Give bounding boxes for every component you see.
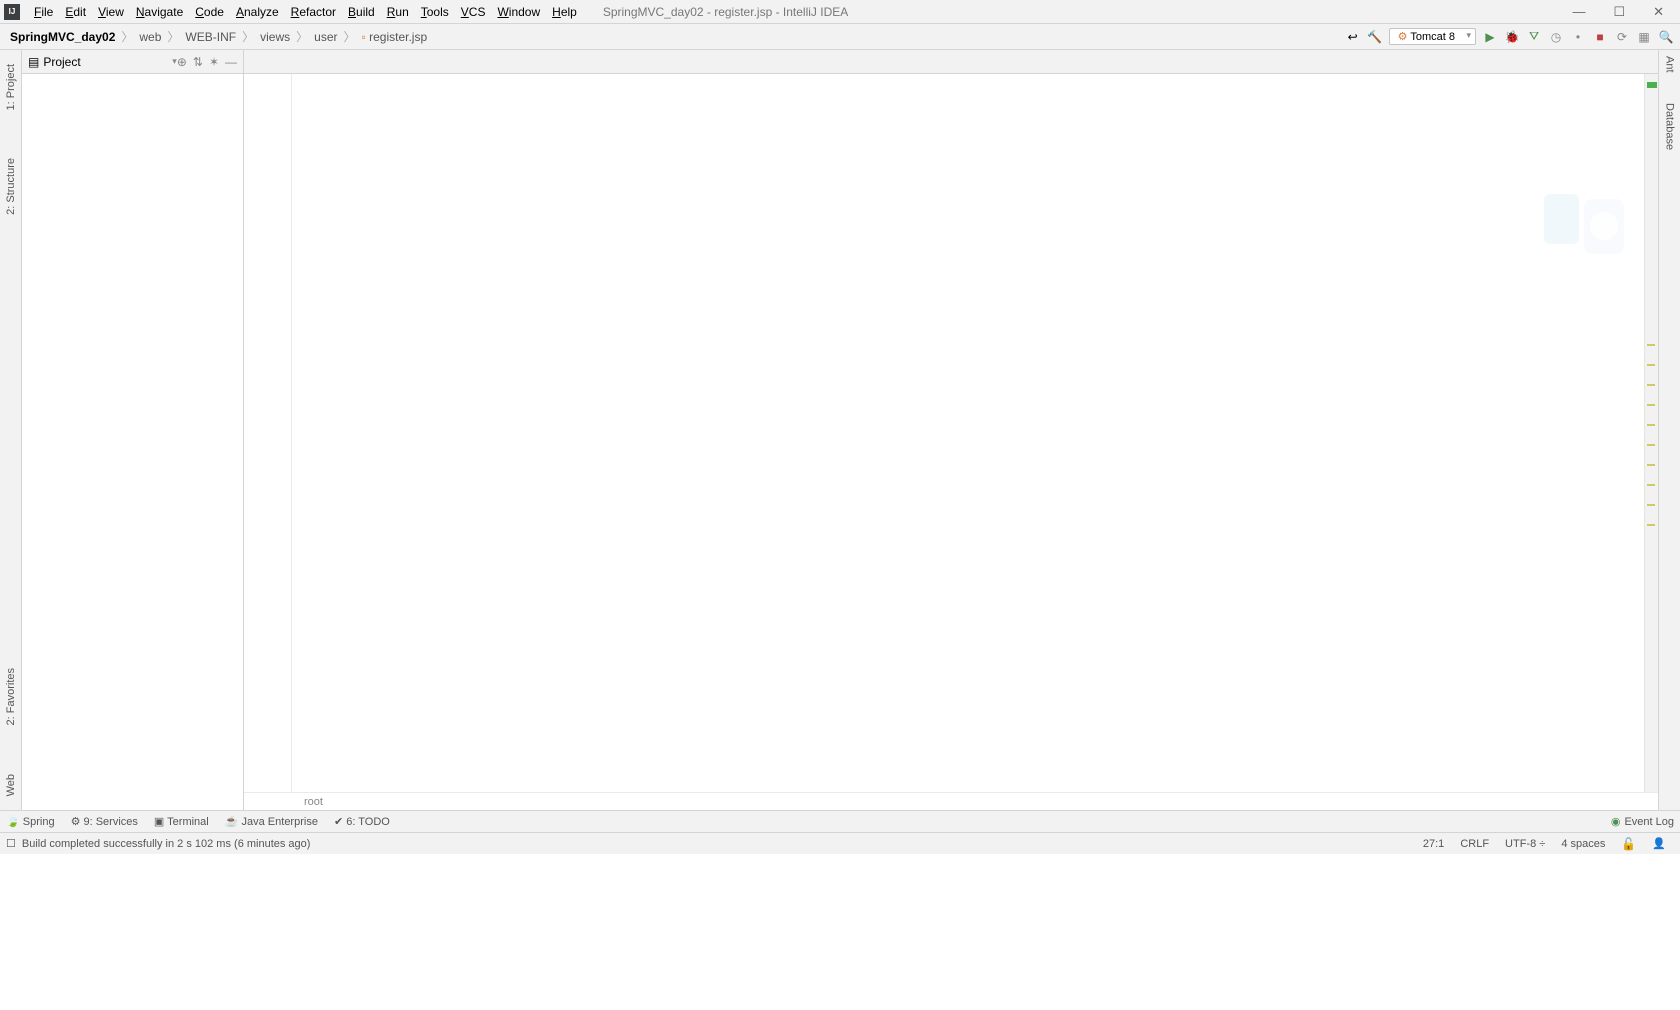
line-number-gutter [244, 74, 292, 792]
editor-body[interactable] [244, 74, 1658, 792]
tool-tab-favorites[interactable]: 2: Favorites [5, 664, 17, 729]
maximize-button[interactable]: ☐ [1613, 4, 1625, 20]
breadcrumb-segment[interactable]: WEB-INF [181, 30, 240, 44]
project-panel-title[interactable]: Project [43, 55, 170, 69]
project-panel-header: ▤ Project ▾ ⊕ ⇅ ✶ — [22, 50, 243, 74]
menu-tools[interactable]: Tools [415, 5, 455, 19]
left-tool-window-stripe: 1: Project 2: Structure 2: Favorites Web [0, 50, 22, 810]
menu-navigate[interactable]: Navigate [130, 5, 189, 19]
chevron-right-icon: 〉 [119, 28, 135, 45]
menu-file[interactable]: File [28, 5, 59, 19]
menu-analyze[interactable]: Analyze [230, 5, 285, 19]
code-area[interactable] [292, 74, 1644, 792]
tool-terminal[interactable]: ▣ Terminal [154, 815, 209, 828]
editor-breadcrumb[interactable]: root [244, 792, 1658, 810]
menu-build[interactable]: Build [342, 5, 381, 19]
breadcrumb-segment[interactable]: user [310, 30, 341, 44]
tool-services[interactable]: ⚙ 9: Services [71, 815, 138, 828]
window-title: SpringMVC_day02 - register.jsp - Intelli… [603, 5, 848, 19]
tool-tab-ant[interactable]: Ant [1664, 56, 1676, 73]
error-stripe[interactable] [1644, 74, 1658, 792]
attach-icon[interactable]: • [1570, 29, 1586, 45]
menu-code[interactable]: Code [189, 5, 230, 19]
locate-icon[interactable]: ⊕ [177, 55, 187, 69]
chevron-right-icon: 〉 [341, 28, 357, 45]
editor-tabs [244, 50, 1658, 74]
inspector-icon[interactable]: 👤 [1644, 837, 1674, 850]
mascot-image [1534, 184, 1634, 304]
menubar: IJ FileEditViewNavigateCodeAnalyzeRefact… [0, 0, 1680, 24]
project-icon: ▤ [28, 55, 39, 69]
structure-icon[interactable]: ▦ [1636, 29, 1652, 45]
status-icon[interactable]: ☐ [6, 837, 16, 850]
menu-vcs[interactable]: VCS [455, 5, 492, 19]
status-indent[interactable]: 4 spaces [1553, 838, 1613, 850]
tool-tab-structure[interactable]: 2: Structure [5, 154, 17, 219]
chevron-right-icon: 〉 [294, 28, 310, 45]
collapse-icon[interactable]: — [225, 55, 237, 69]
close-button[interactable]: ✕ [1653, 4, 1664, 20]
menu-refactor[interactable]: Refactor [285, 5, 342, 19]
run-icon[interactable]: ▶ [1482, 29, 1498, 45]
menu-view[interactable]: View [92, 5, 130, 19]
project-tool-window: ▤ Project ▾ ⊕ ⇅ ✶ — [22, 50, 244, 810]
status-bar: ☐ Build completed successfully in 2 s 10… [0, 832, 1680, 854]
search-icon[interactable]: 🔍 [1658, 29, 1674, 45]
tool-todo[interactable]: ✔ 6: TODO [334, 815, 390, 828]
tool-java-ee[interactable]: ☕ Java Enterprise [225, 815, 318, 828]
breadcrumb-segment[interactable]: web [135, 30, 165, 44]
menu-edit[interactable]: Edit [59, 5, 92, 19]
status-message: Build completed successfully in 2 s 102 … [22, 838, 311, 850]
expand-icon[interactable]: ⇅ [193, 55, 203, 69]
minimize-button[interactable]: — [1572, 4, 1585, 20]
status-encoding[interactable]: UTF-8 ÷ [1497, 838, 1553, 850]
tool-tab-project[interactable]: 1: Project [5, 60, 17, 114]
coverage-icon[interactable]: ⛛ [1526, 29, 1542, 45]
event-log-button[interactable]: ◉ Event Log [1611, 815, 1674, 828]
stop-icon[interactable]: ■ [1592, 29, 1608, 45]
breadcrumb-segment[interactable]: SpringMVC_day02 [6, 30, 119, 44]
status-line-sep[interactable]: CRLF [1452, 838, 1497, 850]
right-tool-window-stripe: Ant Database [1658, 50, 1680, 810]
back-icon[interactable]: ↩ [1345, 29, 1361, 45]
gear-icon[interactable]: ✶ [209, 55, 219, 69]
tool-spring[interactable]: 🍃 Spring [6, 815, 55, 828]
hammer-build-icon[interactable]: 🔨 [1367, 29, 1383, 45]
editor-area: root [244, 50, 1658, 810]
chevron-right-icon: 〉 [165, 28, 181, 45]
nav-toolbar: SpringMVC_day02〉web〉WEB-INF〉views〉user〉▫… [0, 24, 1680, 50]
update-icon[interactable]: ⟳ [1614, 29, 1630, 45]
debug-icon[interactable]: 🐞 [1504, 29, 1520, 45]
lock-icon[interactable]: 🔓 [1613, 837, 1644, 851]
bottom-tool-window-stripe: 🍃 Spring ⚙ 9: Services ▣ Terminal ☕ Java… [0, 810, 1680, 832]
run-configuration-dropdown[interactable]: ⚙ Tomcat 8 [1389, 28, 1476, 45]
breadcrumb-segment[interactable]: ▫ register.jsp [358, 30, 432, 44]
app-logo-icon: IJ [4, 4, 20, 20]
chevron-right-icon: 〉 [240, 28, 256, 45]
menu-run[interactable]: Run [381, 5, 415, 19]
menu-help[interactable]: Help [546, 5, 583, 19]
project-tree[interactable] [22, 74, 243, 810]
status-caret-pos[interactable]: 27:1 [1415, 838, 1452, 850]
profile-icon[interactable]: ◷ [1548, 29, 1564, 45]
tool-tab-web[interactable]: Web [5, 770, 17, 800]
tool-tab-database[interactable]: Database [1664, 103, 1676, 150]
menu-window[interactable]: Window [491, 5, 546, 19]
breadcrumb-segment[interactable]: views [256, 30, 294, 44]
